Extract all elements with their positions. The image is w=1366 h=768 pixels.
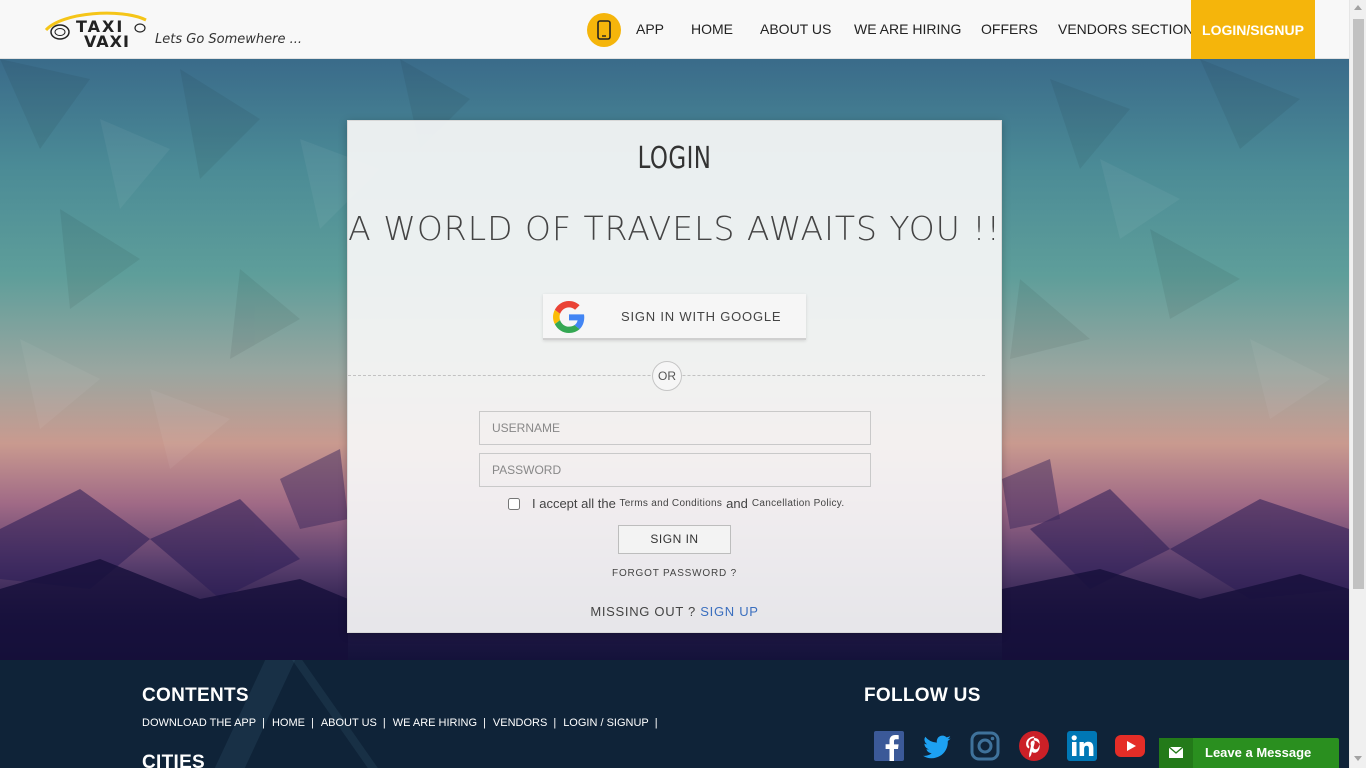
footer-link-login-signup[interactable]: LOGIN / SIGNUP — [563, 717, 649, 729]
nav-home[interactable]: HOME — [691, 21, 733, 37]
instagram-icon[interactable] — [969, 730, 1001, 762]
footer-separator: | — [654, 717, 658, 729]
terms-prefix: I accept all the — [532, 496, 616, 511]
login-subtitle: A WORLD OF TRAVELS AWAITS YOU !! — [348, 209, 1001, 248]
sign-in-button[interactable]: SIGN IN — [618, 525, 731, 554]
mobile-phone-icon[interactable] — [587, 13, 621, 47]
footer-separator: | — [262, 717, 265, 729]
login-card: LOGIN A WORLD OF TRAVELS AWAITS YOU !! S… — [347, 120, 1002, 633]
footer-link-vendors[interactable]: VENDORS — [493, 717, 547, 729]
forgot-password-link[interactable]: FORGOT PASSWORD ? — [348, 568, 1001, 579]
footer-separator: | — [382, 717, 386, 729]
footer-decoration — [214, 660, 296, 768]
linkedin-icon[interactable] — [1066, 730, 1098, 762]
terms-checkbox[interactable] — [508, 497, 520, 510]
terms-link[interactable]: Terms and Conditions — [619, 498, 722, 509]
leave-message-label: Leave a Message — [1205, 745, 1312, 760]
page-scrollbar[interactable] — [1349, 0, 1366, 768]
scrollbar-thumb[interactable] — [1353, 19, 1364, 589]
footer-link-we-are-hiring[interactable]: WE ARE HIRING — [393, 717, 477, 729]
login-title: LOGIN — [637, 141, 712, 176]
missing-out-text: MISSING OUT ? — [590, 604, 696, 619]
twitter-icon[interactable] — [921, 730, 953, 762]
footer-link-about-us[interactable]: ABOUT US — [321, 717, 377, 729]
footer-link-home[interactable]: HOME — [272, 717, 305, 729]
username-input[interactable] — [479, 411, 871, 445]
facebook-icon[interactable] — [873, 730, 905, 762]
footer-link-download-app[interactable]: DOWNLOAD THE APP — [142, 717, 256, 729]
password-input[interactable] — [479, 453, 871, 487]
footer-separator: | — [483, 717, 486, 729]
footer-separator: | — [310, 717, 314, 729]
envelope-icon — [1159, 738, 1193, 768]
pinterest-icon[interactable] — [1018, 730, 1050, 762]
leave-message-button[interactable]: Leave a Message — [1159, 738, 1339, 768]
google-signin-label: SIGN IN WITH GOOGLE — [621, 309, 782, 324]
nav-login-signup[interactable]: LOGIN/SIGNUP — [1191, 0, 1315, 59]
or-divider-label: OR — [652, 361, 682, 391]
footer-decoration — [292, 660, 378, 768]
signup-prompt: MISSING OUT ? SIGN UP — [348, 604, 1001, 619]
scroll-up-arrow-icon[interactable] — [1354, 5, 1362, 10]
youtube-icon[interactable] — [1114, 730, 1146, 762]
google-signin-button[interactable]: SIGN IN WITH GOOGLE — [543, 294, 806, 340]
nav-app[interactable]: APP — [636, 21, 664, 37]
logo-text-bottom: VAXI — [84, 32, 130, 50]
nav-about-us[interactable]: ABOUT US — [760, 21, 831, 37]
google-icon — [553, 301, 585, 333]
footer-links: DOWNLOAD THE APP | HOME | ABOUT US | WE ARE… — [142, 717, 665, 729]
footer-cities-heading: CITIES — [142, 752, 206, 768]
terms-and: and — [726, 496, 748, 511]
signup-link[interactable]: SIGN UP — [700, 604, 758, 619]
footer-separator: | — [553, 717, 557, 729]
footer-follow-heading: FOLLOW US — [864, 685, 981, 706]
nav-we-are-hiring[interactable]: WE ARE HIRING — [854, 21, 961, 37]
cancellation-policy-link[interactable]: Cancellation Policy. — [752, 498, 845, 509]
nav-vendors-section[interactable]: VENDORS SECTION — [1058, 21, 1193, 37]
nav-offers[interactable]: OFFERS — [981, 21, 1038, 37]
footer-contents-heading: CONTENTS — [142, 685, 249, 706]
site-footer: CONTENTS DOWNLOAD THE APP | HOME | ABOUT U… — [0, 660, 1349, 768]
site-header: TAXI VAXI Lets Go Somewhere ... APP HOME… — [0, 0, 1349, 59]
tagline: Lets Go Somewhere ... — [155, 32, 303, 47]
taxivaxi-logo[interactable]: TAXI VAXI — [42, 8, 154, 51]
terms-row: I accept all the Terms and Conditions an… — [508, 496, 844, 511]
scroll-down-arrow-icon[interactable] — [1354, 756, 1362, 761]
